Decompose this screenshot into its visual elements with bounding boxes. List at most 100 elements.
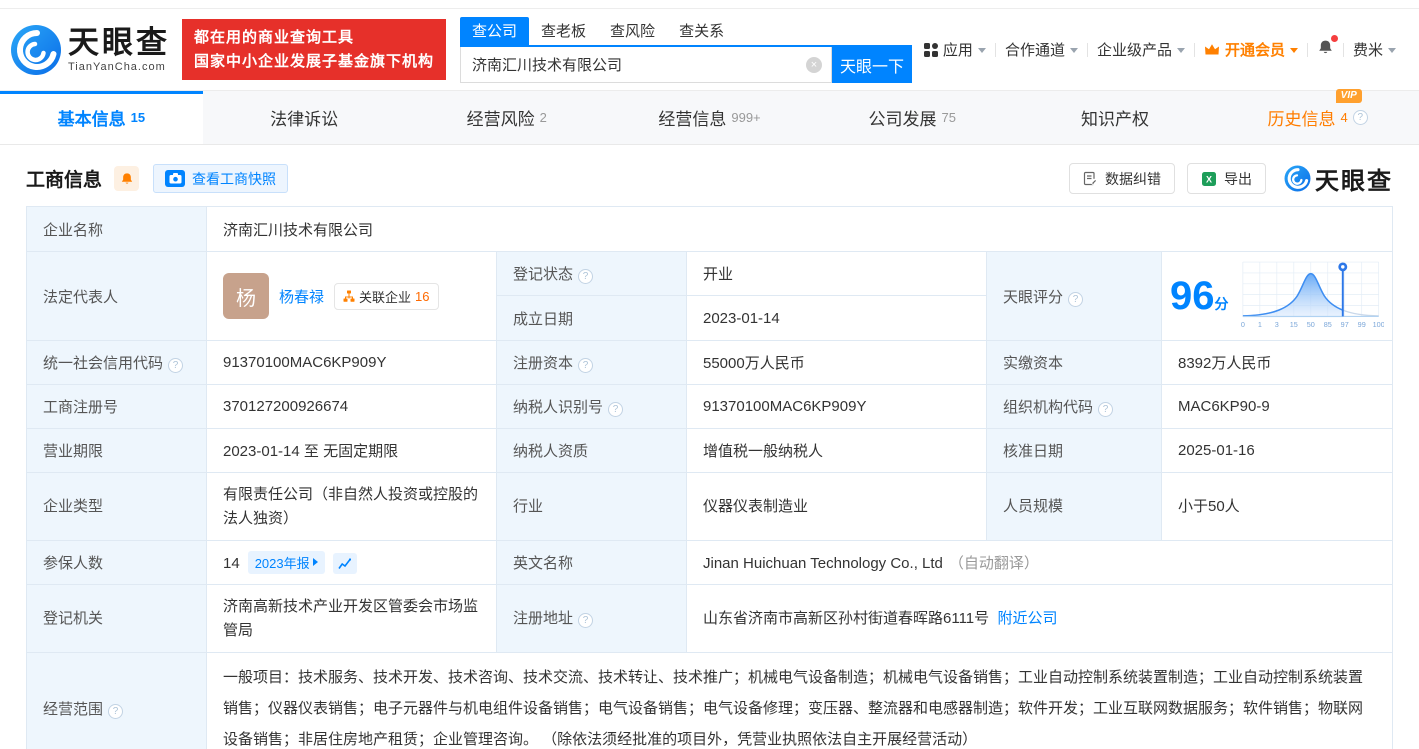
grid-icon [923,42,938,57]
search-tab-relation[interactable]: 查关系 [667,17,736,45]
paid-capital-value: 8392万人民币 [1161,340,1393,385]
brand-domain: TianYanCha.com [68,60,166,73]
help-icon[interactable]: ? [108,704,124,719]
tab-business-info[interactable]: 经营信息 999+ [608,91,811,144]
reg-number-value: 370127200926674 [206,384,497,429]
reg-status-value: 开业 [686,251,987,296]
svg-text:97: 97 [1340,320,1348,329]
help-icon[interactable]: ? [578,269,594,284]
field-label: 法定代表人 [26,251,207,341]
legal-rep-link[interactable]: 杨春禄 [279,286,324,307]
table-row: 统一社会信用代码? 91370100MAC6KP909Y 注册资本? 55000… [26,340,1393,385]
industry-value: 仪器仪表制造业 [686,472,987,541]
nav-enterprise[interactable]: 企业级产品 [1088,39,1194,60]
tab-count: 2 [539,110,547,125]
crown-icon [1204,44,1219,55]
edit-doc-icon [1083,171,1098,186]
taxpayer-quality-value: 增值税一般纳税人 [686,428,987,473]
top-divider [0,0,1419,9]
approval-date-value: 2025-01-16 [1161,428,1393,473]
tianyan-score-cell: 96分 0 1 3 15 50 85 97 99 100 [1161,251,1393,341]
help-icon[interactable]: ? [1352,110,1368,125]
data-correction-button[interactable]: 数据纠错 [1069,163,1175,194]
tab-intellectual-property[interactable]: 知识产权 [1014,91,1217,144]
tab-count: 4 [1340,110,1348,125]
help-icon[interactable]: ? [608,402,624,417]
site-header: 天眼查 TianYanCha.com 都在用的商业查询工具 国家中小企业发展子基… [0,9,1419,90]
tianyancha-logo[interactable]: 天眼查 TianYanCha.com [10,24,170,76]
chevron-down-icon [1176,48,1185,53]
tab-business-risk[interactable]: 经营风险 2 [405,91,608,144]
camera-icon [165,170,186,187]
related-companies-badge[interactable]: 关联企业 16 [334,282,439,310]
business-info-header: 工商信息 查看工商快照 数据纠错 X 导出 天眼查 [0,145,1419,206]
search-tab-company[interactable]: 查公司 [460,16,530,45]
tianyancha-watermark: 天眼查 [1284,161,1393,196]
tab-count: 75 [941,110,956,125]
help-icon[interactable]: ? [1098,402,1114,417]
insured-count-cell: 14 2023年报 [206,540,497,585]
tab-legal-proceedings[interactable]: 法律诉讼 [203,91,406,144]
field-label: 注册资本? [496,340,687,385]
company-name-value: 济南汇川技术有限公司 [206,206,1393,252]
org-code-value: MAC6KP90-9 [1161,384,1393,429]
svg-text:99: 99 [1357,320,1365,329]
reg-capital-value: 55000万人民币 [686,340,987,385]
field-label: 组织机构代码? [986,384,1162,429]
field-label: 经营范围? [26,652,207,749]
legal-rep-cell: 杨 杨春禄 关联企业 16 [206,251,497,341]
field-label: 核准日期 [986,428,1162,473]
tab-company-development[interactable]: 公司发展 75 [811,91,1014,144]
snapshot-button[interactable]: 查看工商快照 [153,164,289,193]
establish-date-value: 2023-01-14 [686,295,987,341]
field-label: 英文名称 [496,540,687,585]
arrow-right-icon [312,558,318,567]
business-info-table: 企业名称 济南汇川技术有限公司 法定代表人 杨 杨春禄 关联企业 16 登记状态… [26,206,1393,749]
search-tab-boss[interactable]: 查老板 [529,17,598,45]
field-label: 企业类型 [26,472,207,541]
svg-text:85: 85 [1323,320,1331,329]
company-page-tabs: 基本信息 15 法律诉讼 经营风险 2 经营信息 999+ 公司发展 75 知识产权 V… [0,89,1419,145]
search-input[interactable] [460,46,833,83]
slogan-banner: 都在用的商业查询工具 国家中小企业发展子基金旗下机构 [182,19,447,80]
chevron-down-icon [1069,48,1078,53]
search-tabs: 查公司 查老板 查风险 查关系 [460,16,913,47]
tab-history-info[interactable]: VIP 历史信息 4 ? [1216,89,1419,144]
notification-bell-icon[interactable] [1308,34,1343,61]
nav-user[interactable]: 费米 [1344,39,1405,60]
subscribe-bell-icon[interactable] [114,166,140,191]
section-title: 工商信息 [26,170,103,191]
help-icon[interactable]: ? [168,358,184,373]
field-label: 营业期限 [26,428,207,473]
svg-text:15: 15 [1289,320,1297,329]
trend-chart-icon[interactable] [332,553,357,575]
help-icon[interactable]: ? [578,358,594,373]
field-label: 人员规模 [986,472,1162,541]
avatar[interactable]: 杨 [223,273,269,319]
field-label: 成立日期 [496,295,687,341]
clear-icon[interactable]: × [806,56,823,73]
field-label: 统一社会信用代码? [26,340,207,385]
field-label: 参保人数 [26,540,207,585]
field-label: 行业 [496,472,687,541]
tab-basic-info[interactable]: 基本信息 15 [0,91,203,144]
score-distribution-chart: 0 1 3 15 50 85 97 99 100 [1240,261,1384,329]
field-label: 纳税人识别号? [496,384,687,429]
chevron-down-icon [1289,48,1298,53]
help-icon[interactable]: ? [578,613,594,628]
nav-apps[interactable]: 应用 [915,39,995,60]
help-icon[interactable]: ? [1068,291,1084,307]
table-row: 工商注册号 370127200926674 纳税人识别号? 91370100MA… [26,384,1393,429]
nav-partners[interactable]: 合作通道 [996,39,1087,60]
annual-report-badge[interactable]: 2023年报 [247,550,325,574]
search-tab-risk[interactable]: 查风险 [598,17,667,45]
table-row: 营业期限 2023-01-14 至 无固定期限 纳税人资质 增值税一般纳税人 核… [26,428,1393,473]
score-axis-ticks: 0 1 3 15 50 85 97 99 100 [1240,320,1384,329]
nav-vip[interactable]: 开通会员 [1195,39,1307,60]
field-label: 登记机关 [26,584,207,653]
slogan-line-1: 都在用的商业查询工具 [194,29,355,47]
export-button[interactable]: X 导出 [1187,163,1266,194]
nearby-companies-link[interactable]: 附近公司 [998,610,1058,627]
reg-address-cell: 山东省济南市高新区孙村街道春晖路6111号 附近公司 [686,584,1393,653]
search-button[interactable]: 天眼一下 [832,46,913,83]
